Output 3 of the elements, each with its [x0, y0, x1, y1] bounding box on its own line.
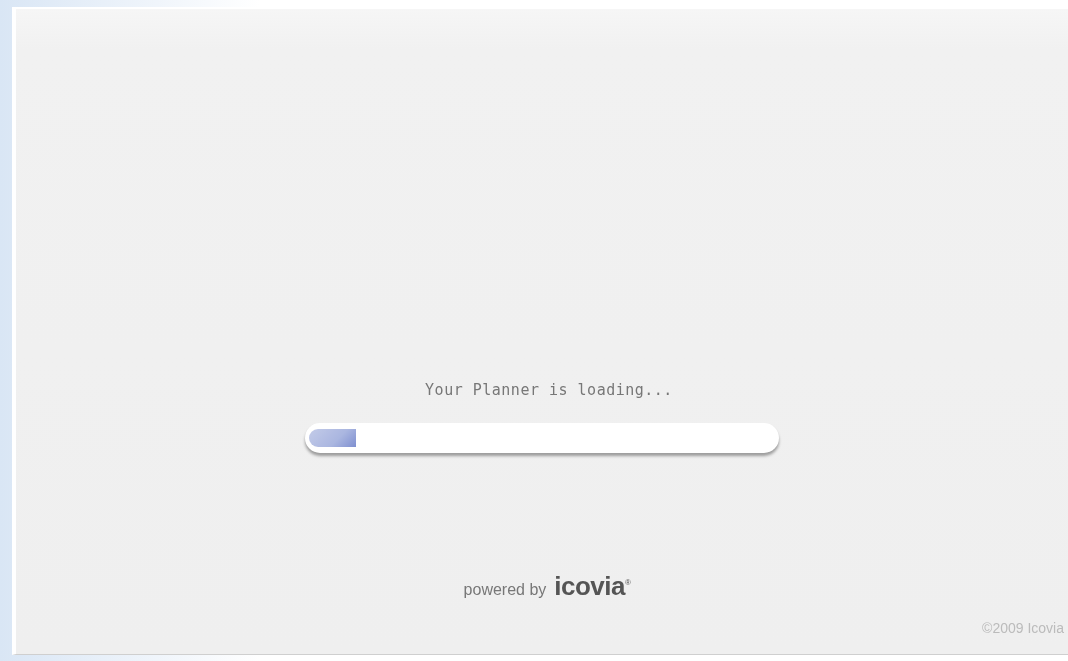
powered-by-label: powered by	[463, 581, 547, 599]
loading-message: Your Planner is loading...	[425, 381, 673, 399]
brand-logo: icovia$^{®}$	[554, 571, 631, 602]
